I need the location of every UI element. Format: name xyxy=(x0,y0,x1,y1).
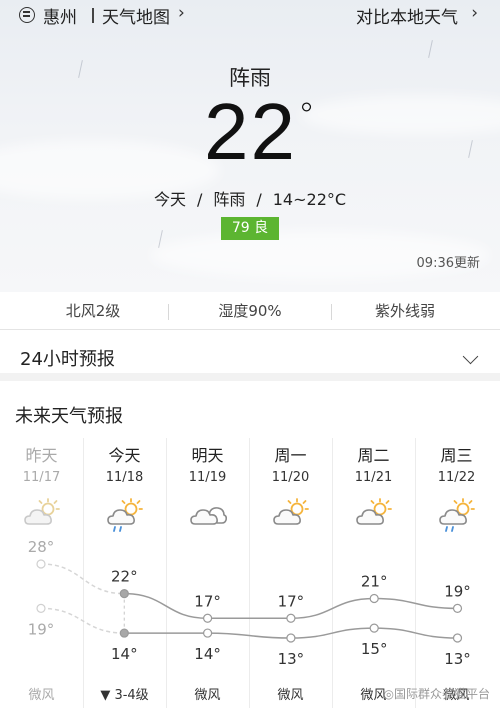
weather-map-link[interactable]: 天气地图 xyxy=(102,3,170,28)
temperature-line-segment xyxy=(207,632,291,639)
cloudy-icon xyxy=(189,498,228,532)
chevron-right-icon[interactable]: › xyxy=(471,3,478,23)
partly-cloudy-icon xyxy=(272,498,310,532)
separator: / xyxy=(196,190,203,209)
divider xyxy=(92,8,94,23)
today-summary: 今天 / 阵雨 / 14~22°C xyxy=(0,186,500,210)
day-date: 11/19 xyxy=(188,470,227,485)
weather-hero: 惠州 天气地图 › 对比本地天气 › 阵雨 22 ° 今天 / 阵雨 / 14~22°C… xyxy=(0,0,500,292)
watermark: ◎ 国际群众养猫平台 xyxy=(384,685,491,702)
bg-cloud xyxy=(300,95,500,135)
separator: / xyxy=(256,190,262,209)
temperature-label-low: 14° xyxy=(194,645,221,663)
day-name: 明天 xyxy=(191,446,224,465)
temperature-label-high: 22° xyxy=(111,568,138,586)
uv-stat: 紫外线弱 xyxy=(374,302,435,320)
wind-stat: 北风2级 xyxy=(65,302,121,320)
partly-cloudy-icon xyxy=(355,498,393,532)
day-date: 11/22 xyxy=(437,470,476,485)
temperature-point-high xyxy=(203,613,213,623)
temperature-point-low xyxy=(452,633,463,643)
day-date: 11/18 xyxy=(105,470,144,485)
temperature-point-high xyxy=(36,559,46,569)
aqi-badge[interactable]: 79 良 xyxy=(221,217,279,240)
day-wind: 微风 xyxy=(28,688,55,703)
temperature-point-high xyxy=(119,588,129,599)
temperature-label-high: 17° xyxy=(194,592,221,610)
day-wind: ▼ 3-4级 xyxy=(100,688,149,703)
today-label: 今天 xyxy=(153,190,186,209)
today-range: 14~22°C xyxy=(272,190,347,209)
temperature-label-high: 19° xyxy=(444,582,471,600)
temperature-point-low xyxy=(203,628,213,638)
temperature-label-low: 19° xyxy=(28,620,55,638)
temperature-point-low xyxy=(119,628,129,638)
day-name: 昨天 xyxy=(25,446,58,465)
temperature-line-segment xyxy=(374,627,458,639)
humidity-stat: 湿度90% xyxy=(218,302,282,320)
day-wind: 微风 xyxy=(277,688,304,703)
hourly-forecast-toggle[interactable]: 24小时预报 xyxy=(0,331,500,381)
day-name: 周一 xyxy=(274,446,307,465)
city-menu-icon[interactable] xyxy=(19,7,35,23)
temperature-point-low xyxy=(36,603,46,614)
compare-local-weather-link[interactable]: 对比本地天气 xyxy=(356,3,458,28)
temperature-label-low: 15° xyxy=(361,640,388,658)
hourly-title: 24小时预报 xyxy=(20,349,115,370)
weather-stats: 北风2级 湿度90% 紫外线弱 xyxy=(0,292,500,330)
day-date: 11/17 xyxy=(22,470,61,485)
city-name[interactable]: 惠州 xyxy=(43,3,77,28)
degree-symbol: ° xyxy=(298,96,315,136)
temperature-label-high: 28° xyxy=(28,538,55,556)
temperature-line-segment xyxy=(290,627,375,639)
temperature-point-high xyxy=(452,603,463,614)
temperature-label-low: 14° xyxy=(111,645,138,663)
temperature-label-low: 13° xyxy=(278,650,305,668)
today-condition: 阵雨 xyxy=(213,190,246,209)
temperature-label-low: 13° xyxy=(444,650,471,668)
temperature-label-high: 21° xyxy=(361,573,388,591)
temperature-label-high: 17° xyxy=(278,592,305,610)
day-date: 11/21 xyxy=(354,470,393,485)
day-name: 周二 xyxy=(357,446,390,465)
temperature-point-high xyxy=(369,593,379,604)
wechat-icon: ◎ xyxy=(383,687,394,701)
partly-cloudy-icon xyxy=(23,498,61,532)
temperature-point-low xyxy=(286,633,296,643)
bg-raindrop xyxy=(468,140,473,158)
day-date: 11/20 xyxy=(271,470,310,485)
day-wind: 微风 xyxy=(194,688,221,703)
day-name: 今天 xyxy=(108,446,141,465)
day-name: 周三 xyxy=(440,446,473,465)
temperature-point-low xyxy=(369,623,379,633)
bg-raindrop xyxy=(428,40,433,58)
temperature-point-high xyxy=(286,613,296,623)
temperature-chart: 28° 22° 17° 17° 21° 19° 19° 14° 14° 13° 15° 13° xyxy=(28,538,471,668)
temperature-value: 22 xyxy=(204,87,297,176)
chevron-down-icon[interactable] xyxy=(462,348,479,365)
watermark-text: 国际群众养猫平台 xyxy=(393,687,490,701)
update-time: 09:36更新 xyxy=(416,256,480,271)
future-forecast-title: 未来天气预报 xyxy=(15,406,123,427)
partly-cloudy-rain-icon xyxy=(438,498,476,532)
partly-cloudy-rain-icon xyxy=(106,498,144,532)
top-bar: 惠州 天气地图 › 对比本地天气 › xyxy=(0,0,500,30)
chevron-right-icon[interactable]: › xyxy=(178,3,185,23)
current-temperature: 22 xyxy=(204,92,297,172)
